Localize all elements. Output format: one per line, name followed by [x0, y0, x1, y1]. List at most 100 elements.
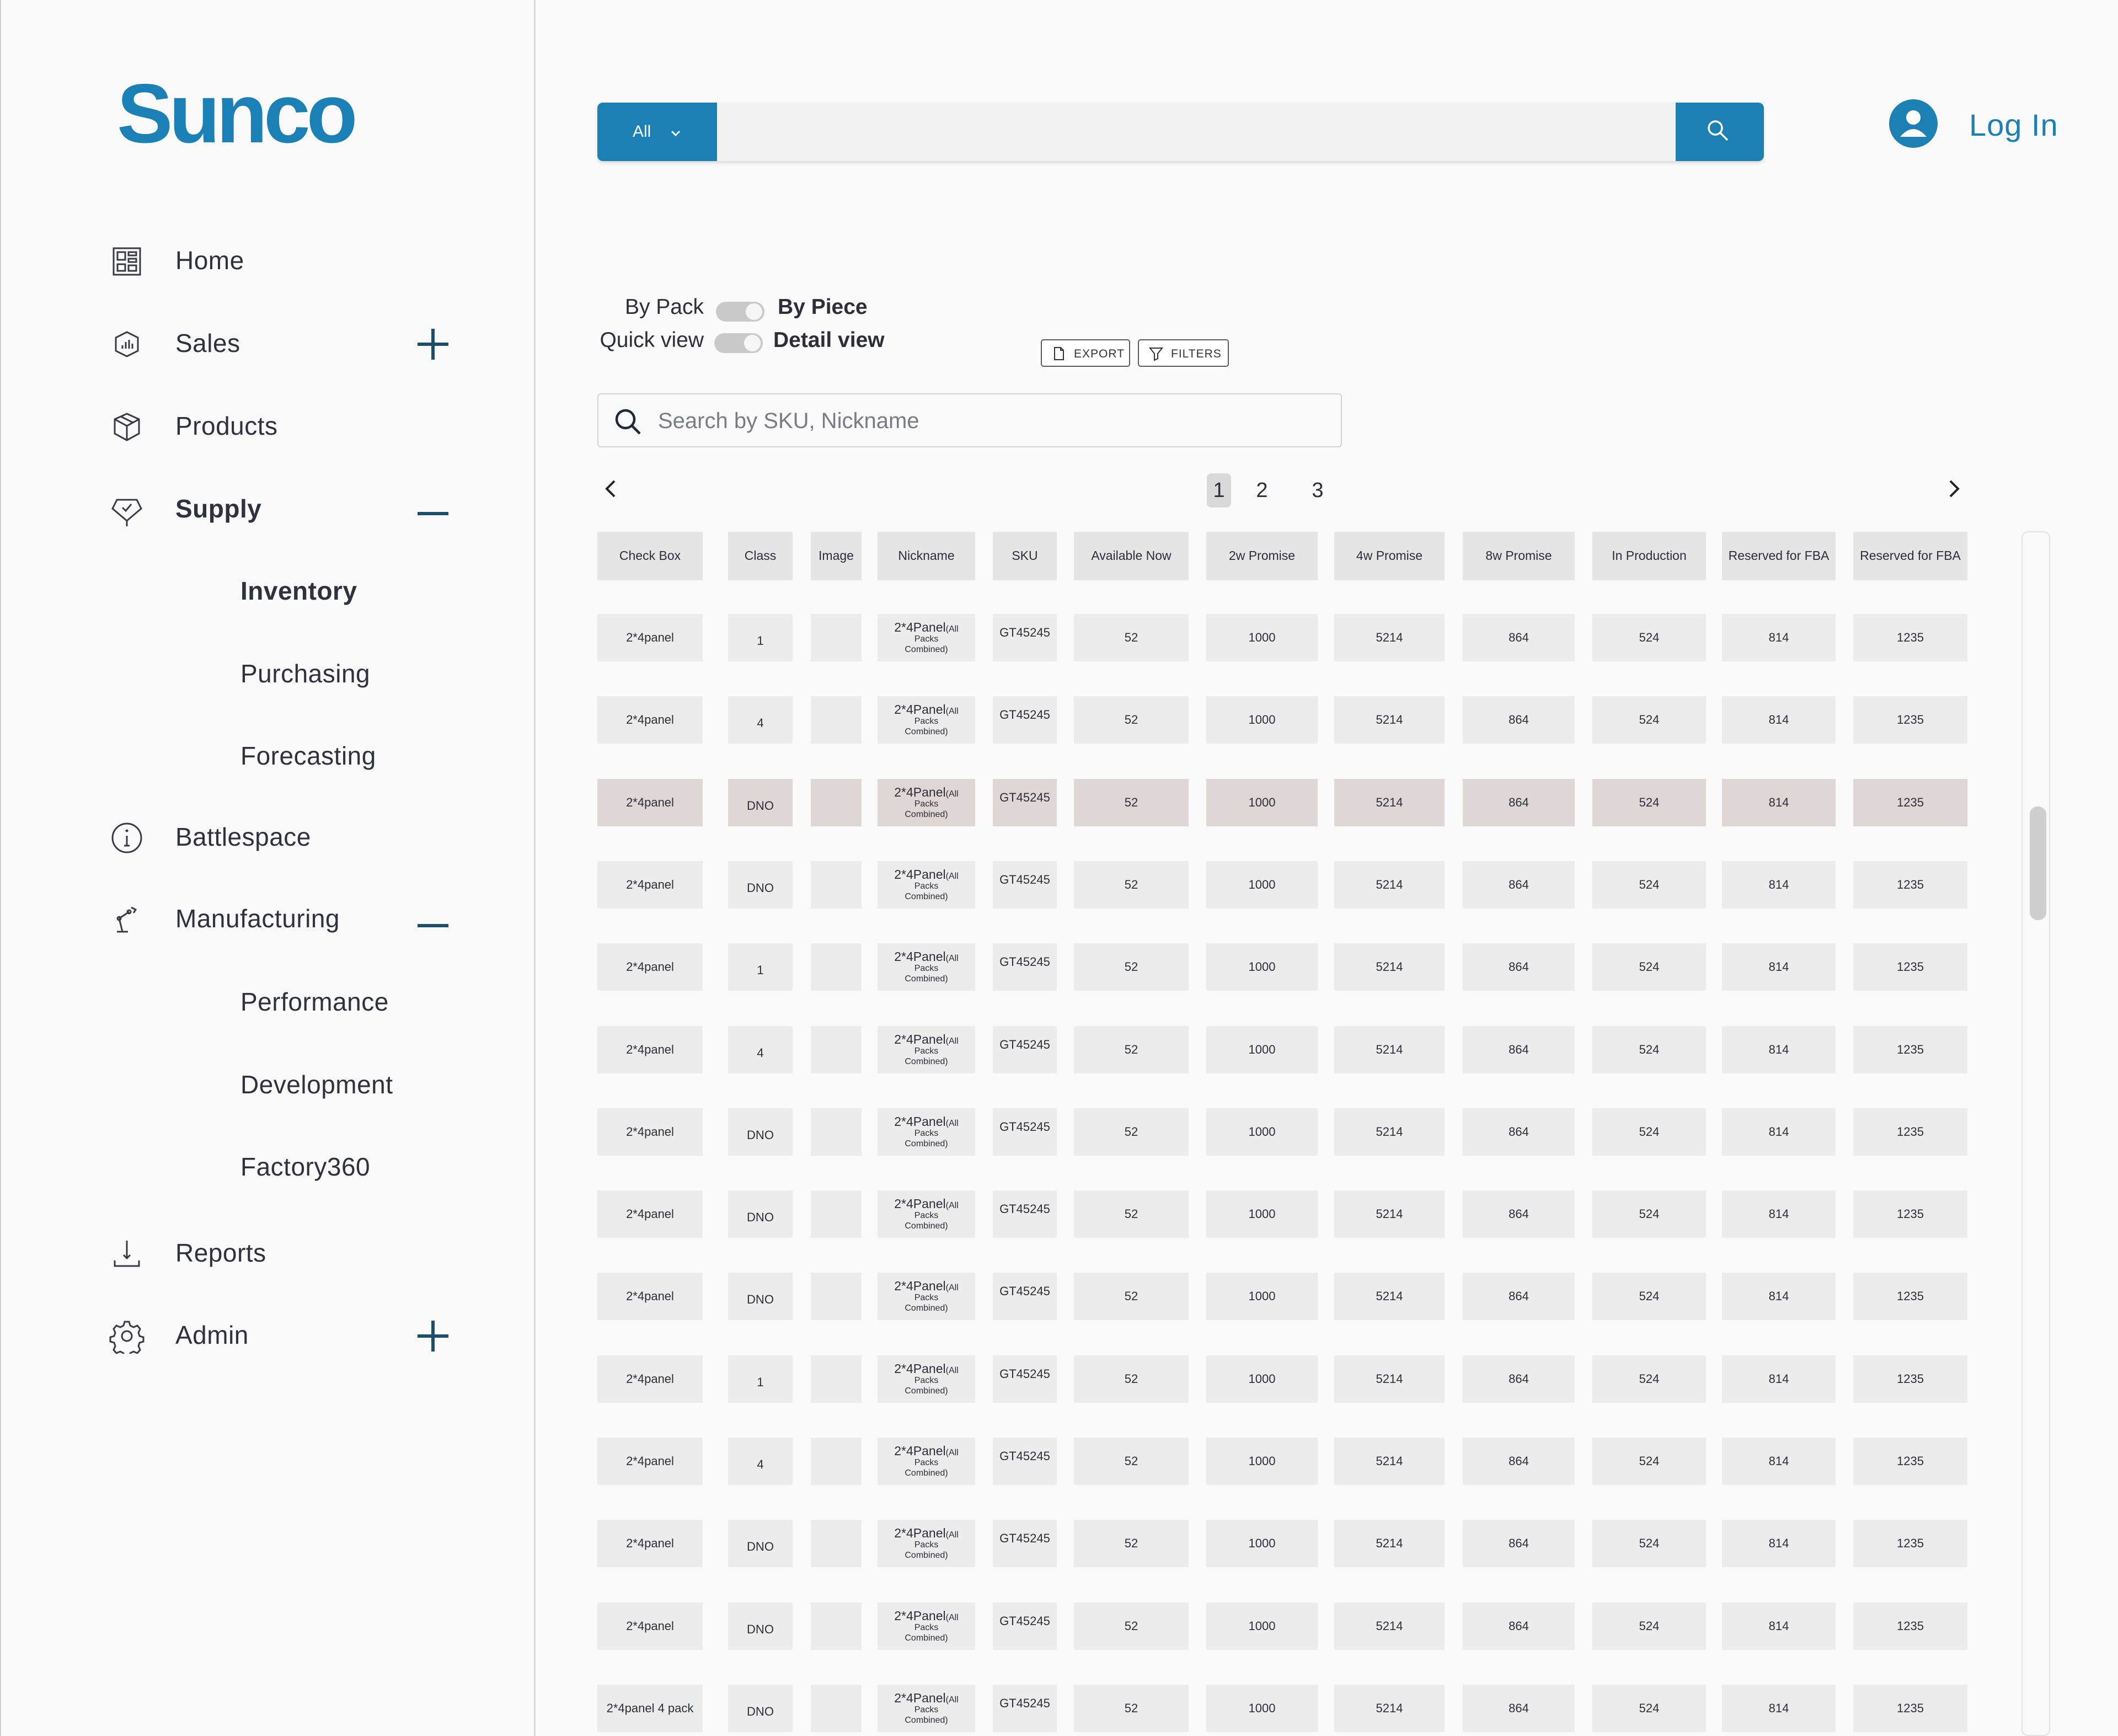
- collapse-minus-icon[interactable]: [416, 902, 450, 937]
- sidebar-item-admin[interactable]: Admin: [1, 1305, 531, 1365]
- sidebar-subitem-development[interactable]: Development: [240, 1070, 393, 1099]
- column-header-2w-promise[interactable]: 2w Promise: [1206, 532, 1318, 580]
- sidebar-item-manufacturing[interactable]: Manufacturing: [1, 888, 531, 949]
- sidebar-subitem-forecasting[interactable]: Forecasting: [240, 741, 376, 771]
- nickname-note: (All: [945, 1200, 959, 1210]
- sidebar-item-battlespace[interactable]: Battlespace: [1, 806, 531, 867]
- export-button[interactable]: EXPORT: [1041, 339, 1130, 367]
- cell-class: DNO: [728, 1603, 793, 1650]
- expand-plus-icon[interactable]: [416, 327, 450, 361]
- sidebar-item-sales[interactable]: Sales: [1, 313, 531, 373]
- cell-4w-promise: 5214: [1334, 1685, 1445, 1732]
- page-3-button[interactable]: 3: [1306, 473, 1330, 508]
- cell-checkbox[interactable]: 2*4panel: [597, 943, 703, 991]
- pack-piece-switch[interactable]: [716, 302, 764, 322]
- cell-reserved-fba: 814: [1722, 779, 1836, 826]
- search-icon: [615, 409, 641, 435]
- cell-in-production: 524: [1592, 1355, 1706, 1403]
- cell-checkbox[interactable]: 2*4panel: [597, 614, 703, 661]
- info-icon: [109, 820, 145, 856]
- cell-class: 4: [728, 1026, 793, 1073]
- cell-available-now: 52: [1074, 861, 1189, 909]
- cell-sku: GT45245: [993, 1438, 1057, 1485]
- cell-checkbox[interactable]: 2*4panel: [597, 1603, 703, 1650]
- nickname-text: 2*4Panel: [894, 619, 946, 634]
- brand-logo[interactable]: Sunco: [117, 72, 357, 156]
- column-header-class[interactable]: Class: [728, 532, 793, 580]
- sidebar-item-home[interactable]: Home: [1, 230, 531, 291]
- column-header-in-production[interactable]: In Production: [1592, 532, 1706, 580]
- sidebar-subitem-purchasing[interactable]: Purchasing: [240, 659, 370, 688]
- vertical-scrollbar[interactable]: [2021, 531, 2050, 1736]
- nickname-note: Packs: [914, 1211, 939, 1221]
- cell-in-production: 524: [1592, 614, 1706, 661]
- nickname-note: Combined): [905, 727, 948, 736]
- next-page-button[interactable]: [1941, 477, 1966, 501]
- cell-reserved-fba-2: 1235: [1853, 1685, 1967, 1732]
- nickname-note: Packs: [914, 717, 939, 727]
- cell-4w-promise: 5214: [1334, 1273, 1445, 1320]
- nickname-note: Combined): [905, 974, 948, 984]
- filters-button[interactable]: FILTERS: [1138, 339, 1229, 367]
- cell-checkbox[interactable]: 2*4panel: [597, 1520, 703, 1567]
- sidebar-subitem-inventory[interactable]: Inventory: [240, 576, 357, 606]
- cell-checkbox[interactable]: 2*4panel: [597, 1273, 703, 1320]
- nickname-note: Combined): [905, 891, 948, 901]
- cell-image-placeholder: [811, 1520, 862, 1567]
- cell-checkbox[interactable]: 2*4panel: [597, 1355, 703, 1403]
- nickname-note: (All: [945, 789, 959, 799]
- filter-icon: [1149, 348, 1163, 361]
- cell-checkbox[interactable]: 2*4panel: [597, 1438, 703, 1485]
- search-button[interactable]: [1676, 103, 1764, 161]
- sidebar-item-reports[interactable]: Reports: [1, 1222, 531, 1283]
- sidebar-item-products[interactable]: Products: [1, 396, 531, 456]
- view-mode-switch[interactable]: [714, 333, 763, 353]
- cell-sku: GT45245: [993, 1190, 1057, 1238]
- column-header-available-now[interactable]: Available Now: [1074, 532, 1189, 580]
- cell-8w-promise: 864: [1463, 614, 1575, 661]
- cell-checkbox[interactable]: 2*4panel 4 pack: [597, 1685, 703, 1732]
- prev-page-button[interactable]: [599, 477, 623, 501]
- cell-image-placeholder: [811, 779, 862, 826]
- sidebar-item-supply[interactable]: Supply: [1, 478, 531, 539]
- sidebar-subitem-factory360[interactable]: Factory360: [240, 1152, 370, 1182]
- expand-plus-icon[interactable]: [416, 1319, 450, 1353]
- column-header-checkbox[interactable]: Check Box: [597, 532, 703, 580]
- global-search-input[interactable]: [717, 103, 1723, 161]
- nickname-text: 2*4Panel: [894, 1196, 946, 1211]
- cell-checkbox[interactable]: 2*4panel: [597, 1190, 703, 1238]
- column-header-sku[interactable]: SKU: [993, 532, 1057, 580]
- sku-search-input[interactable]: [657, 402, 1321, 440]
- column-header-reserved-fba-2[interactable]: Reserved for FBA: [1853, 532, 1967, 580]
- column-header-8w-promise[interactable]: 8w Promise: [1463, 532, 1575, 580]
- login-button[interactable]: Log In: [1889, 99, 2066, 154]
- collapse-minus-icon[interactable]: [416, 493, 450, 527]
- page-2-button[interactable]: 2: [1250, 473, 1274, 508]
- scrollbar-thumb[interactable]: [2030, 806, 2046, 920]
- cell-sku: GT45245: [993, 1603, 1057, 1650]
- cell-class: 4: [728, 1438, 793, 1485]
- cell-nickname: 2*4Panel(All Packs Combined): [878, 943, 975, 991]
- column-header-4w-promise[interactable]: 4w Promise: [1334, 532, 1445, 580]
- cell-in-production: 524: [1592, 696, 1706, 744]
- cell-reserved-fba-2: 1235: [1853, 861, 1967, 909]
- nickname-text: 2*4Panel: [894, 867, 946, 882]
- page-1-button[interactable]: 1: [1207, 473, 1231, 508]
- cell-checkbox[interactable]: 2*4panel: [597, 779, 703, 826]
- cell-sku: GT45245: [993, 861, 1057, 909]
- cell-checkbox[interactable]: 2*4panel: [597, 696, 703, 744]
- cell-checkbox[interactable]: 2*4panel: [597, 1026, 703, 1073]
- cell-reserved-fba-2: 1235: [1853, 943, 1967, 991]
- column-header-reserved-fba[interactable]: Reserved for FBA: [1722, 532, 1836, 580]
- cell-checkbox[interactable]: 2*4panel: [597, 861, 703, 909]
- nickname-text: 2*4Panel: [894, 1114, 946, 1129]
- sidebar-subitem-performance[interactable]: Performance: [240, 987, 389, 1017]
- box-icon: [109, 409, 145, 445]
- nickname-note: Packs: [914, 964, 939, 974]
- cell-checkbox[interactable]: 2*4panel: [597, 1108, 703, 1156]
- cell-image-placeholder: [811, 1438, 862, 1485]
- cell-8w-promise: 864: [1463, 1108, 1575, 1156]
- search-category-dropdown[interactable]: All: [597, 103, 717, 161]
- column-header-image[interactable]: Image: [811, 532, 862, 580]
- column-header-nickname[interactable]: Nickname: [878, 532, 975, 580]
